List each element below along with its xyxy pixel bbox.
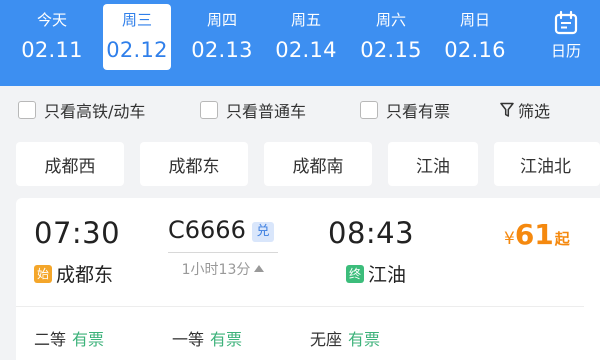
date-tab-date: 02.16 — [444, 38, 506, 62]
train-card[interactable]: 07:30 C6666 兑 1小时13分 08:43 始 成都东 终 江油 ¥ … — [16, 198, 600, 360]
date-tab-weekday: 周日 — [459, 11, 490, 29]
destination-station-name: 江油 — [368, 264, 407, 286]
date-selector-bar: 今天 02.11 周三 02.12 周四 02.13 周五 02.14 周六 0… — [0, 0, 600, 86]
date-tab-selected[interactable]: 周三 02.12 — [103, 4, 171, 70]
filter-bar: 只看高铁/动车 只看普通车 只看有票 筛选 — [0, 86, 600, 134]
date-tab-date: 02.14 — [275, 38, 337, 62]
date-tab-weekday: 周三 — [121, 11, 152, 29]
origin-tag: 始 — [34, 264, 52, 283]
date-tab-today[interactable]: 今天 02.11 — [18, 4, 86, 70]
filter-button[interactable]: 筛选 — [500, 98, 550, 122]
caret-up-icon — [254, 265, 265, 272]
station-chip-chengdu-west[interactable]: 成都西 — [16, 142, 124, 186]
depart-time: 07:30 — [34, 216, 121, 250]
exchange-badge: 兑 — [252, 222, 274, 242]
date-tab-weekday: 周四 — [206, 11, 237, 29]
station-chip-jiangyou[interactable]: 江油 — [388, 142, 478, 186]
train-number: C6666 — [168, 216, 246, 244]
trip-duration[interactable]: 1小时13分 — [168, 252, 278, 279]
filter-available-only[interactable]: 只看有票 — [360, 98, 450, 122]
calendar-button[interactable]: 日历 — [538, 6, 594, 68]
price-suffix: 起 — [554, 230, 570, 248]
filter-label: 只看普通车 — [226, 102, 307, 121]
date-tab-date: 02.13 — [191, 38, 253, 62]
divider — [16, 306, 584, 307]
date-tab-date: 02.11 — [21, 38, 83, 62]
seat-status: 有票 — [348, 330, 381, 349]
seat-first-class: 一等 有票 — [172, 326, 242, 350]
destination-station: 终 江油 — [346, 260, 406, 287]
checkbox[interactable] — [18, 101, 36, 119]
station-chip-jiangyou-north[interactable]: 江油北 — [494, 142, 600, 186]
seat-class: 一等 — [172, 330, 205, 349]
seat-class: 无座 — [310, 330, 343, 349]
filter-regular-only[interactable]: 只看普通车 — [200, 98, 306, 122]
arrive-time: 08:43 — [328, 216, 415, 250]
date-tab-date: 02.15 — [360, 38, 422, 62]
date-tab-weekday: 周六 — [375, 11, 406, 29]
checkbox[interactable] — [200, 101, 218, 119]
price-currency: ¥ — [504, 229, 515, 249]
filter-label: 只看有票 — [386, 102, 451, 121]
seat-second-class: 二等 有票 — [34, 326, 104, 350]
funnel-icon — [500, 102, 514, 117]
calendar-label: 日历 — [550, 42, 581, 60]
price-value: 61 — [514, 218, 554, 251]
checkbox[interactable] — [360, 101, 378, 119]
origin-station-name: 成都东 — [56, 264, 114, 286]
date-tab-weekday: 今天 — [36, 11, 67, 29]
station-chip-chengdu-east[interactable]: 成都东 — [140, 142, 248, 186]
seat-status: 有票 — [72, 330, 105, 349]
seat-class: 二等 — [34, 330, 67, 349]
calendar-icon — [554, 10, 578, 35]
station-chip-chengdu-south[interactable]: 成都南 — [264, 142, 372, 186]
price: ¥ 61 起 — [504, 218, 570, 251]
date-tab-date: 02.12 — [106, 38, 168, 62]
date-tab-sunday[interactable]: 周日 02.16 — [441, 4, 509, 70]
filter-high-speed-only[interactable]: 只看高铁/动车 — [18, 98, 145, 122]
station-chip-row: 成都西 成都东 成都南 江油 江油北 — [0, 134, 600, 190]
seat-no-seat: 无座 有票 — [310, 326, 380, 350]
date-tab-saturday[interactable]: 周六 02.15 — [357, 4, 425, 70]
date-tab-weekday: 周五 — [290, 11, 321, 29]
duration-text: 1小时13分 — [181, 262, 251, 278]
terminal-tag: 终 — [346, 264, 364, 283]
filter-label: 只看高铁/动车 — [44, 102, 146, 121]
date-tab-friday[interactable]: 周五 02.14 — [272, 4, 340, 70]
filter-button-label: 筛选 — [518, 102, 551, 121]
date-tab-thursday[interactable]: 周四 02.13 — [188, 4, 256, 70]
origin-station: 始 成都东 — [34, 260, 113, 287]
seat-status: 有票 — [210, 330, 243, 349]
